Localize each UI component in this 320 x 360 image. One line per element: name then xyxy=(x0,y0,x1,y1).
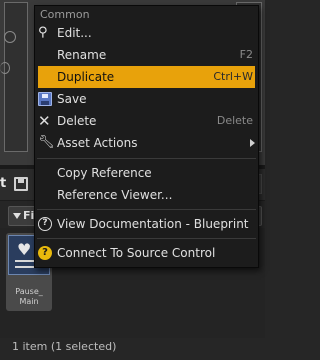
menu-item-label: Save xyxy=(57,92,87,106)
asset-name: Pause_ Main xyxy=(6,287,52,307)
menu-item-copy-reference[interactable]: Copy Reference xyxy=(38,162,255,184)
menu-item-connect-source-control[interactable]: ? Connect To Source Control xyxy=(38,242,255,264)
menu-item-label: Reference Viewer... xyxy=(57,188,173,202)
menu-item-shortcut: Ctrl+W xyxy=(213,70,253,83)
menu-item-label: Edit... xyxy=(57,26,92,40)
menu-item-delete[interactable]: ✕ Delete Delete xyxy=(38,110,255,132)
heart-icon: ♥ xyxy=(17,240,32,259)
menu-item-label: Connect To Source Control xyxy=(57,246,216,260)
menu-divider xyxy=(37,209,256,210)
menu-item-label: Duplicate xyxy=(57,70,115,84)
menu-divider xyxy=(37,158,256,159)
status-bar: 1 item (1 selected) xyxy=(0,338,265,360)
edit-icon: ⚲ xyxy=(38,25,48,40)
menu-divider xyxy=(37,238,256,239)
graph-pin xyxy=(0,62,10,74)
delete-icon: ✕ xyxy=(38,112,51,130)
menu-item-label: Asset Actions xyxy=(57,136,138,150)
menu-section-header: Common xyxy=(40,8,90,21)
save-icon xyxy=(38,92,52,106)
menu-item-reference-viewer[interactable]: Reference Viewer... xyxy=(38,184,255,206)
save-all-icon[interactable] xyxy=(14,177,28,191)
graph-node-left xyxy=(4,2,28,152)
menu-item-label: Copy Reference xyxy=(57,166,152,180)
menu-item-save[interactable]: Save xyxy=(38,88,255,110)
source-control-icon: ? xyxy=(38,246,52,260)
menu-item-view-documentation[interactable]: ? View Documentation - Blueprint xyxy=(38,213,255,235)
menu-item-label: View Documentation - Blueprint xyxy=(57,217,249,231)
menu-item-shortcut: F2 xyxy=(239,48,253,61)
menu-item-asset-actions[interactable]: 🔧︎ Asset Actions xyxy=(38,132,255,154)
toolbar-partial-label: t xyxy=(0,176,7,191)
submenu-arrow-icon xyxy=(250,139,255,147)
menu-item-label: Rename xyxy=(57,48,107,62)
asset-context-menu: Common ⚲ Edit... Rename F2 Duplicate Ctr… xyxy=(34,5,259,268)
menu-item-label: Delete xyxy=(57,114,97,128)
menu-item-edit[interactable]: ⚲ Edit... xyxy=(38,22,255,44)
help-icon: ? xyxy=(38,217,52,231)
filter-icon xyxy=(13,213,21,219)
asset-name-line1: Pause_ xyxy=(15,287,43,296)
asset-name-line2: Main xyxy=(19,297,39,306)
wrench-icon: 🔧︎ xyxy=(38,135,55,150)
menu-item-shortcut: Delete xyxy=(216,114,253,127)
menu-item-duplicate[interactable]: Duplicate Ctrl+W xyxy=(38,66,255,88)
menu-item-rename[interactable]: Rename F2 xyxy=(38,44,255,66)
